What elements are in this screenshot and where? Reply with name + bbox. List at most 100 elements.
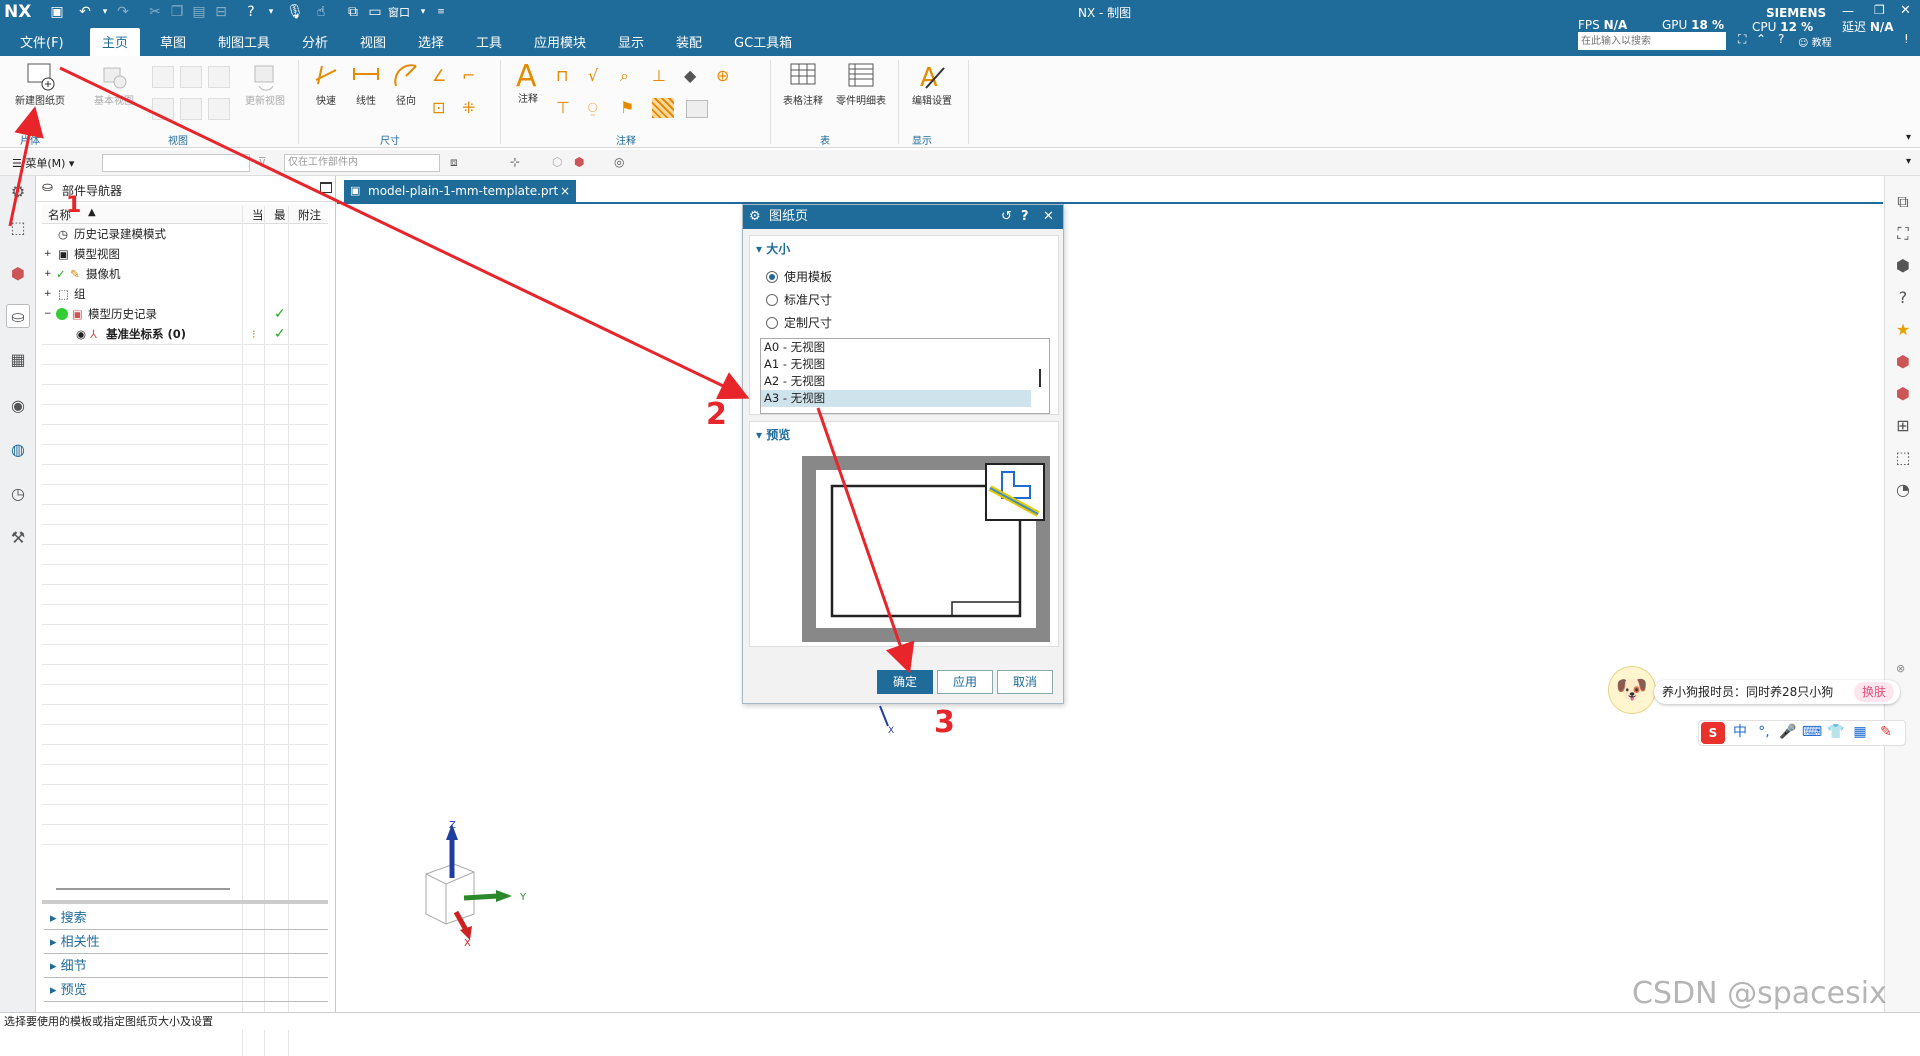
datum-feature-icon[interactable]: ⊤ xyxy=(556,98,570,117)
role-icon[interactable]: ⚒ xyxy=(6,526,30,550)
tree-row-history-mode[interactable]: ◷ 历史记录建模模式 xyxy=(42,224,328,244)
touch-mode-icon[interactable]: ☝ xyxy=(312,3,330,21)
base-view-button[interactable]: 基本视图 xyxy=(86,60,142,107)
tree-row-groups[interactable]: + ⬚ 组 xyxy=(42,284,328,304)
window-tile-icon[interactable]: ⧉ xyxy=(344,3,362,21)
apply-button[interactable]: 应用 xyxy=(937,670,993,694)
break-view-icon[interactable] xyxy=(152,98,174,120)
save-icon[interactable]: ▣ xyxy=(48,3,66,21)
radial-dimension-button[interactable]: 径向 xyxy=(386,60,426,107)
maximize-panel-icon[interactable] xyxy=(320,182,332,193)
template-item-a1[interactable]: A1 - 无视图 xyxy=(761,356,1049,373)
image-icon[interactable] xyxy=(686,100,708,118)
lang-toggle[interactable]: 中 xyxy=(1729,721,1751,743)
chamfer-dimension-icon[interactable]: ⌐ xyxy=(462,66,484,88)
visibility-eye-icon[interactable]: ◉ xyxy=(76,324,86,344)
tutorial-link[interactable]: ☺ 教程 xyxy=(1798,34,1832,49)
projected-view-icon[interactable] xyxy=(152,66,174,88)
help-circle-icon[interactable]: ? xyxy=(1778,32,1784,46)
radio-use-template[interactable]: 使用模板 xyxy=(766,268,832,285)
window-menu[interactable]: 窗口 xyxy=(388,4,410,20)
structure-icon[interactable]: ⊞ xyxy=(1891,414,1915,438)
update-view-button[interactable]: 更新视图 xyxy=(240,60,290,107)
template-item-a2[interactable]: A2 - 无视图 xyxy=(761,373,1049,390)
toolbar-options-dropdown-icon[interactable]: ▾ xyxy=(1906,156,1911,167)
collapse-ribbon-icon[interactable]: ⌃ xyxy=(1756,32,1766,46)
voice-input-icon[interactable]: 🎤 xyxy=(1777,721,1799,743)
tree-row-model-views[interactable]: + ▣ 模型视图 xyxy=(42,244,328,264)
settings-icon[interactable]: ⚙ xyxy=(6,180,30,204)
menu-tools[interactable]: 工具 xyxy=(476,32,502,51)
solid-icon[interactable]: ⬚ xyxy=(1891,446,1915,470)
punctuation-icon[interactable]: °, xyxy=(1753,721,1775,743)
template-listbox[interactable]: A0 - 无视图 A1 - 无视图 A2 - 无视图 A3 - 无视图 xyxy=(760,338,1050,414)
ordinate-dimension-icon[interactable]: ⁜ xyxy=(462,98,484,120)
dialog-close-icon[interactable]: ✕ xyxy=(1043,205,1054,229)
section-view-icon[interactable] xyxy=(180,66,202,88)
main-menu-button[interactable]: ☰ 菜单(M) ▾ xyxy=(12,155,74,171)
menu-file[interactable]: 文件(F) xyxy=(20,32,64,51)
view-triad[interactable]: Z Y X xyxy=(414,818,544,948)
panel-splitter[interactable] xyxy=(42,900,328,904)
column-attach[interactable]: 附注 xyxy=(298,207,321,223)
menu-view[interactable]: 视图 xyxy=(360,32,386,51)
listbox-scrollbar[interactable] xyxy=(1039,369,1041,387)
column-latest[interactable]: 最 xyxy=(274,207,286,223)
constraint-navigator-icon[interactable]: ⬢ xyxy=(6,262,30,286)
parts-list-button[interactable]: 零件明细表 xyxy=(832,60,890,107)
expand-icon[interactable]: + xyxy=(44,284,52,304)
web-browser-icon[interactable]: ◍ xyxy=(6,438,30,462)
reset-icon[interactable]: ↺ xyxy=(1001,205,1012,229)
microphone-icon[interactable]: 🎙 xyxy=(286,3,304,21)
section-preview[interactable]: ▸ 预览 xyxy=(44,980,328,1002)
quick-pick-icon[interactable]: ◎ xyxy=(614,155,624,169)
detail-view-icon[interactable] xyxy=(208,66,230,88)
help-dropdown-icon[interactable]: ▾ xyxy=(262,3,280,21)
menu-gc-toolbox[interactable]: GC工具箱 xyxy=(734,32,792,51)
horizontal-scrollbar[interactable] xyxy=(56,888,230,890)
snap-point-icon[interactable]: ⊹ xyxy=(510,155,520,169)
copy-icon[interactable]: ❐ xyxy=(168,3,186,21)
ribbon-options-dropdown-icon[interactable]: ▾ xyxy=(1906,132,1911,143)
ok-button[interactable]: 确定 xyxy=(877,670,933,694)
minimize-icon[interactable]: — xyxy=(1842,4,1854,18)
angular-dimension-icon[interactable]: ∠ xyxy=(432,66,454,88)
undo-dropdown-icon[interactable]: ▾ xyxy=(96,3,114,21)
menu-drafting-tools[interactable]: 制图工具 xyxy=(218,32,270,51)
undo-icon[interactable]: ↶ xyxy=(76,3,94,21)
window-dropdown-icon[interactable]: ▾ xyxy=(414,3,432,21)
radio-custom-size[interactable]: 定制尺寸 xyxy=(766,314,832,331)
skin-button[interactable]: 换肤 xyxy=(1854,682,1895,702)
surface-finish-icon[interactable]: √ xyxy=(588,66,598,85)
more-icon[interactable]: ✎ xyxy=(1875,721,1897,743)
question-icon[interactable]: ? xyxy=(1891,286,1915,310)
assembly-navigator-icon[interactable]: ⬚ xyxy=(6,216,30,240)
fullscreen-icon[interactable]: ⛶ xyxy=(1738,32,1746,47)
redo-icon[interactable]: ↷ xyxy=(114,3,132,21)
select-mode-icon[interactable]: ⧈ xyxy=(450,155,458,170)
tree-row-model-history[interactable]: − ▣ 模型历史记录 ✓ xyxy=(42,304,328,324)
selection-scope-combo[interactable]: 仅在工作部件内 xyxy=(284,154,440,172)
expand-icon[interactable]: + xyxy=(44,264,52,284)
view-frame-icon[interactable] xyxy=(208,98,230,120)
assembly-constraint-icon[interactable]: ⬢ xyxy=(1891,382,1915,406)
toolbox-icon[interactable]: ▦ xyxy=(1849,721,1871,743)
size-section-header[interactable]: ▾ 大小 xyxy=(756,240,790,257)
measure-icon[interactable]: ◔ xyxy=(1891,478,1915,502)
restore-icon[interactable]: ❐ xyxy=(1874,3,1885,17)
datum-target-icon[interactable]: ⊥ xyxy=(652,66,666,85)
reuse-library-icon[interactable]: ▦ xyxy=(6,348,30,372)
delete-icon[interactable]: ⊟ xyxy=(212,3,230,21)
cancel-button[interactable]: 取消 xyxy=(997,670,1053,694)
section-details[interactable]: ▸ 细节 xyxy=(44,956,328,978)
flag-note-icon[interactable]: ⚑ xyxy=(620,98,634,117)
menu-applications[interactable]: 应用模块 xyxy=(534,32,586,51)
quick-dimension-button[interactable]: 快速 xyxy=(306,60,346,107)
cut-icon[interactable]: ✂ xyxy=(146,3,164,21)
alert-icon[interactable]: ! xyxy=(1904,32,1909,46)
tree-row-datum-csys[interactable]: ◉ ⅄ 基准坐标系 (0) ⁝ ✓ xyxy=(42,324,328,344)
close-tab-icon[interactable]: × xyxy=(560,180,570,202)
skin-icon[interactable]: 👕 xyxy=(1825,721,1847,743)
hatch-icon[interactable] xyxy=(652,98,674,118)
edit-settings-button[interactable]: A 编辑设置 xyxy=(904,60,960,107)
